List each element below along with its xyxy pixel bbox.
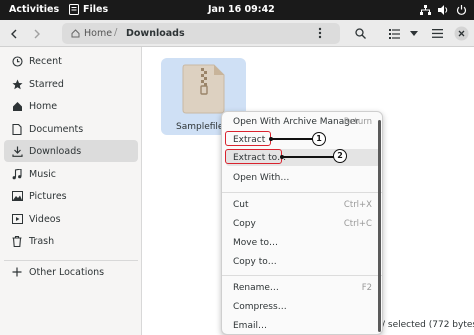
clock[interactable]: Jan 16 09:42	[208, 4, 275, 15]
sidebar-item-trash[interactable]: Trash	[4, 230, 138, 252]
sidebar-item-label: Videos	[29, 213, 61, 225]
menu-item-label: Open With…	[233, 172, 290, 183]
sidebar-item-label: Downloads	[29, 145, 82, 157]
chevron-right-icon	[34, 29, 40, 38]
search-button[interactable]	[350, 24, 370, 43]
sidebar-item-pictures[interactable]: Pictures	[4, 185, 138, 207]
breadcrumb-home-label: Home	[84, 28, 113, 39]
close-window-button[interactable]	[452, 24, 470, 43]
menu-item-label: Move to…	[233, 237, 279, 248]
star-icon	[11, 78, 23, 90]
hamburger-icon	[431, 29, 443, 38]
sidebar-item-starred[interactable]: Starred	[4, 73, 138, 95]
kebab-menu-icon[interactable]	[318, 27, 322, 39]
menu-scrollbar[interactable]	[378, 120, 381, 332]
callout-line-1	[271, 138, 313, 140]
network-icon[interactable]	[420, 5, 431, 15]
sidebar-item-label: Recent	[29, 55, 62, 67]
clock-icon	[11, 55, 23, 67]
document-icon	[11, 123, 23, 135]
path-bar: Home / Downloads	[62, 23, 340, 44]
power-icon[interactable]	[456, 5, 467, 15]
sidebar-item-downloads[interactable]: Downloads	[4, 140, 138, 162]
callout-dot-1	[269, 137, 273, 141]
main-menu-button[interactable]	[427, 24, 447, 43]
breadcrumb-home[interactable]: Home	[71, 28, 112, 39]
home-icon	[71, 29, 80, 38]
breadcrumb-separator: /	[114, 27, 118, 38]
sidebar-item-home[interactable]: Home	[4, 95, 138, 117]
search-icon	[354, 28, 366, 39]
menu-item-accelerator: Ctrl+C	[343, 218, 372, 229]
forward-button[interactable]	[28, 24, 46, 43]
menu-separator	[222, 192, 382, 193]
menu-item-label: Copy to…	[233, 256, 277, 267]
sidebar-item-other-locations[interactable]: Other Locations	[4, 261, 138, 283]
breadcrumb-current[interactable]: Downloads	[126, 28, 185, 39]
menu-item-copy[interactable]: Copy Ctrl+C	[226, 215, 380, 232]
home-icon	[11, 100, 23, 112]
sidebar-item-label: Home	[29, 100, 58, 112]
menu-item-cut[interactable]: Cut Ctrl+X	[226, 196, 380, 213]
app-menu-label[interactable]: Files	[83, 4, 108, 15]
sidebar-item-videos[interactable]: Videos	[4, 208, 138, 230]
menu-item-rename[interactable]: Rename… F2	[226, 279, 380, 296]
picture-icon	[11, 190, 23, 202]
menu-item-accelerator: F2	[361, 282, 372, 293]
extract-to-highlight-box	[225, 149, 282, 164]
header-bar: Home / Downloads	[0, 20, 474, 47]
step-badge-1: 1	[312, 132, 326, 146]
video-icon	[11, 213, 23, 225]
files-app-icon	[69, 4, 79, 15]
callout-line-2	[282, 156, 334, 158]
close-icon	[454, 26, 468, 41]
menu-item-label: Rename…	[233, 282, 279, 293]
chevron-left-icon	[11, 29, 17, 38]
step-badge-2: 2	[333, 149, 347, 163]
menu-separator	[222, 275, 382, 276]
menu-item-open-with[interactable]: Open With…	[226, 169, 380, 186]
sidebar-item-label: Other Locations	[29, 266, 105, 278]
menu-item-accelerator: Ctrl+X	[343, 199, 372, 210]
download-icon	[11, 145, 23, 157]
menu-item-open-with-archive-manager[interactable]: Open With Archive Manager Return	[226, 113, 380, 130]
menu-item-label: Open With Archive Manager	[233, 116, 360, 127]
sidebar: Recent Starred Home Documents Downloads …	[0, 47, 142, 335]
volume-icon[interactable]	[438, 5, 449, 15]
view-options-button[interactable]	[383, 24, 405, 43]
menu-item-move-to[interactable]: Move to…	[226, 234, 380, 251]
back-button[interactable]	[5, 24, 23, 43]
sidebar-item-music[interactable]: Music	[4, 163, 138, 185]
sidebar-item-documents[interactable]: Documents	[4, 118, 138, 140]
menu-item-copy-to[interactable]: Copy to…	[226, 253, 380, 270]
activities-button[interactable]: Activities	[9, 4, 59, 15]
list-view-icon	[388, 28, 400, 39]
sidebar-item-label: Music	[29, 168, 57, 180]
view-dropdown-button[interactable]	[407, 24, 421, 43]
sidebar-item-label: Pictures	[29, 190, 67, 202]
sidebar-item-label: Trash	[29, 235, 55, 247]
callout-dot-2	[280, 155, 284, 159]
top-bar: Activities Files Jan 16 09:42	[0, 0, 474, 20]
menu-item-compress[interactable]: Compress…	[226, 298, 380, 315]
sidebar-item-recent[interactable]: Recent	[4, 50, 138, 72]
menu-item-label: Copy	[233, 218, 256, 229]
chevron-down-icon	[410, 31, 418, 36]
zip-archive-icon	[182, 64, 225, 114]
selection-status: / selected (772 bytes)	[380, 320, 474, 330]
menu-item-label: Email…	[233, 320, 267, 331]
music-icon	[11, 168, 23, 180]
sidebar-item-label: Documents	[29, 123, 84, 135]
menu-item-email[interactable]: Email…	[226, 317, 380, 334]
menu-item-accelerator: Return	[343, 116, 372, 127]
trash-icon	[11, 235, 23, 247]
extract-highlight-box	[225, 131, 271, 146]
menu-item-label: Compress…	[233, 301, 287, 312]
sidebar-item-label: Starred	[29, 78, 64, 90]
menu-item-label: Cut	[233, 199, 249, 210]
plus-icon	[11, 266, 23, 278]
